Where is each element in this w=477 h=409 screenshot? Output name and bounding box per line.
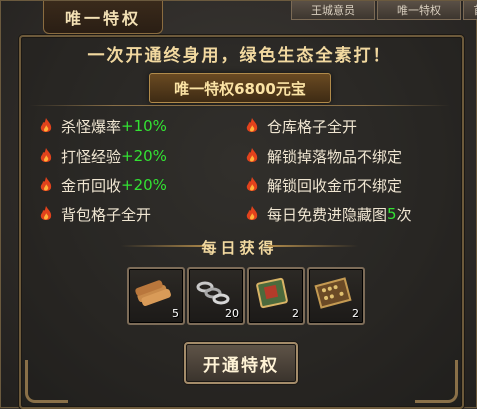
- perk-label: 解锁掉落物品不绑定: [267, 147, 403, 166]
- perk-bonus: 5: [387, 205, 397, 223]
- perk-bonus: +20%: [121, 176, 167, 194]
- perk-item: 解锁掉落物品不绑定: [245, 144, 402, 168]
- flame-icon: [246, 118, 258, 132]
- perk-item: 仓库格子全开: [245, 114, 357, 138]
- green-book-icon: [256, 277, 288, 309]
- reward-quantity: 2: [352, 307, 359, 320]
- perk-item: 背包格子全开: [39, 202, 151, 226]
- perk-bonus: +10%: [121, 117, 167, 135]
- slogan-text: 一次开通终身用，绿色生态全素打！: [87, 46, 392, 66]
- perk-item: 每日免费进隐藏图 5 次: [245, 202, 412, 226]
- scroll-bundle-icon: [135, 280, 171, 306]
- daily-rewards-title: 每日获得: [201, 239, 278, 257]
- perk-label: 背包格子全开: [61, 205, 152, 224]
- chain-icon: [196, 281, 230, 305]
- price-banner: 唯一特权6800元宝: [149, 73, 331, 103]
- tab-exclusive-privilege-small[interactable]: 唯一特权: [377, 1, 461, 20]
- perk-label: 解锁回收金币不绑定: [267, 176, 403, 195]
- perk-item: 解锁回收金币不绑定: [245, 173, 402, 197]
- tab-exclusive-privilege[interactable]: 唯一特权: [43, 1, 163, 34]
- flame-icon: [40, 148, 52, 162]
- perk-tail: 次: [396, 205, 412, 224]
- tab-first[interactable]: 首: [463, 1, 477, 20]
- perk-label: 金币回收: [61, 176, 122, 195]
- privilege-panel: 唯一特权 王城意员 唯一特权 首 一次开通终身用，绿色生态全素打！ 唯一特权68…: [0, 0, 477, 409]
- perk-item: 杀怪爆率 +10%: [39, 114, 167, 138]
- perk-item: 打怪经验 +20%: [39, 144, 167, 168]
- flame-icon: [40, 118, 52, 132]
- frame-corner-ornament: [415, 360, 458, 403]
- flame-icon: [246, 177, 258, 191]
- perk-label: 杀怪爆率: [61, 117, 122, 136]
- frame-corner-ornament: [25, 360, 68, 403]
- title-ornament-right: [268, 245, 358, 247]
- divider: [29, 105, 450, 106]
- tab-city-member[interactable]: 王城意员: [291, 1, 375, 20]
- reward-quantity: 2: [292, 307, 299, 320]
- reward-slot[interactable]: 2: [307, 267, 365, 325]
- flame-icon: [246, 148, 258, 162]
- reward-slot[interactable]: 5: [127, 267, 185, 325]
- perk-label: 仓库格子全开: [267, 117, 358, 136]
- reward-slot[interactable]: 2: [247, 267, 305, 325]
- activate-privilege-button[interactable]: 开通特权: [184, 342, 298, 384]
- abacus-icon: [314, 277, 352, 309]
- flame-icon: [246, 206, 258, 220]
- reward-quantity: 20: [225, 307, 239, 320]
- perk-label: 每日免费进隐藏图: [267, 205, 388, 224]
- perk-bonus: +20%: [121, 147, 167, 165]
- perk-item: 金币回收 +20%: [39, 173, 167, 197]
- flame-icon: [40, 177, 52, 191]
- perk-label: 打怪经验: [61, 147, 122, 166]
- reward-quantity: 5: [172, 307, 179, 320]
- flame-icon: [40, 206, 52, 220]
- reward-slot[interactable]: 20: [187, 267, 245, 325]
